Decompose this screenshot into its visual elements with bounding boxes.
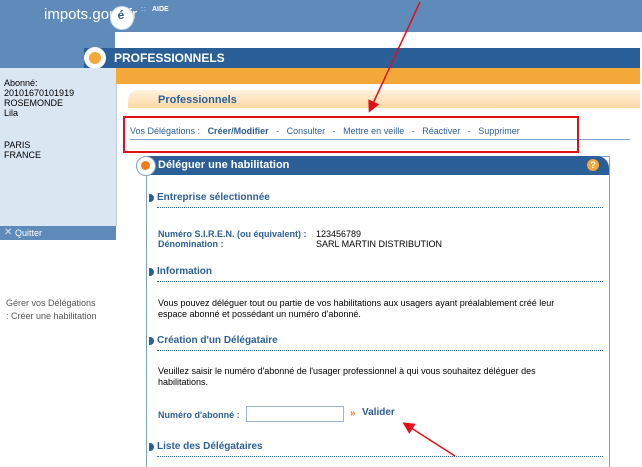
annotation-arrow-validate bbox=[402, 422, 456, 457]
annotation-arrows bbox=[368, 1, 456, 457]
annotation-arrow-nav bbox=[368, 1, 421, 113]
